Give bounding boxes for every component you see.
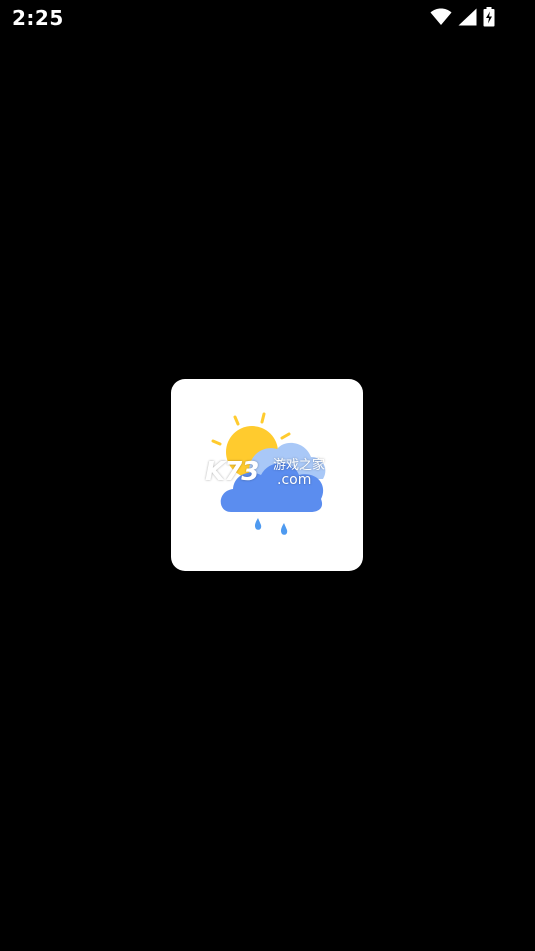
rain-drop-right	[280, 523, 288, 535]
splash-logo-card: K73 游戏之家 .com	[171, 379, 363, 571]
status-icons	[430, 6, 495, 28]
cell-signal-icon	[458, 8, 477, 26]
status-time: 2:25	[12, 6, 64, 30]
watermark-right: 游戏之家 .com	[273, 459, 325, 487]
watermark-domain: .com	[277, 472, 312, 488]
watermark: K73 游戏之家 .com	[205, 457, 325, 487]
weather-sun-cloud-rain-icon	[211, 412, 326, 535]
watermark-site-name: 游戏之家	[273, 458, 326, 473]
watermark-brand: K73	[205, 457, 259, 487]
wifi-icon	[430, 8, 452, 26]
battery-charging-icon	[483, 7, 495, 27]
rain-drop-left	[254, 518, 262, 530]
status-bar: 2:25	[0, 0, 535, 38]
